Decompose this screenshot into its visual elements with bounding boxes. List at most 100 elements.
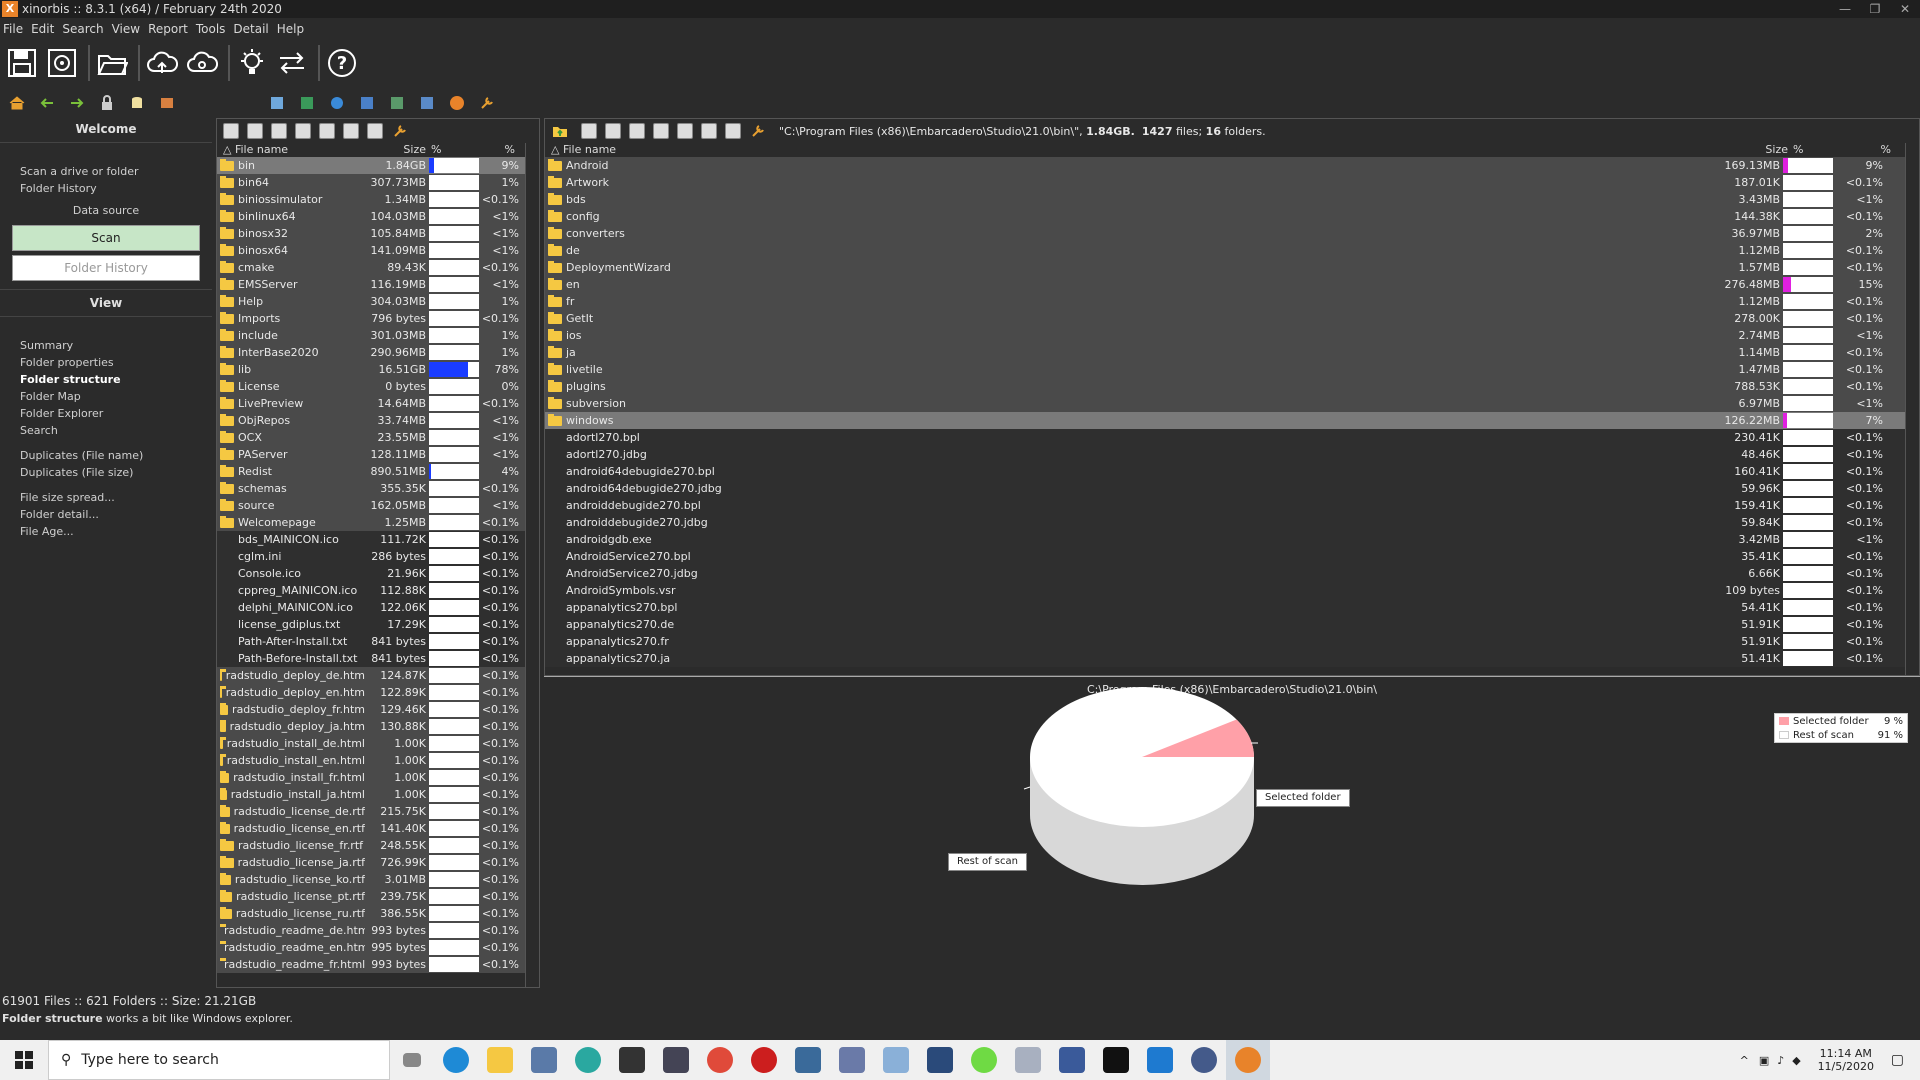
folder-row[interactable]: InterBase2020 290.96MB 1%: [217, 344, 539, 361]
export-ie-icon[interactable]: [328, 94, 346, 112]
folder-row[interactable]: radstudio_license_fr.rtf 248.55K <0.1%: [217, 837, 539, 854]
export-xls-icon[interactable]: [298, 94, 316, 112]
file-row[interactable]: adortl270.bpl 230.41K <0.1%: [545, 429, 1919, 446]
folder-row[interactable]: binlinux64 104.03MB <1%: [217, 208, 539, 225]
clock[interactable]: 11:14 AM 11/5/2020: [1811, 1047, 1881, 1073]
folder-row[interactable]: radstudio_readme_en.htm 995 bytes <0.1%: [217, 939, 539, 956]
folder-up-icon[interactable]: [551, 122, 569, 140]
menu-detail[interactable]: Detail: [233, 22, 268, 36]
folder-row[interactable]: PAServer 128.11MB <1%: [217, 446, 539, 463]
windows-start-icon[interactable]: [0, 1040, 48, 1080]
folder-row[interactable]: radstudio_install_ja.html 1.00K <0.1%: [217, 786, 539, 803]
folder-row[interactable]: radstudio_readme_fr.html 993 bytes <0.1%: [217, 956, 539, 973]
folder-row[interactable]: plugins 788.53K <0.1%: [545, 378, 1919, 395]
grid-icon[interactable]: [581, 123, 597, 139]
check-icon[interactable]: [677, 123, 693, 139]
folder-row[interactable]: radstudio_license_ko.rtf 3.01MB <0.1%: [217, 871, 539, 888]
cloud-upload-icon[interactable]: [144, 45, 180, 81]
folder-row[interactable]: LivePreview 14.64MB <0.1%: [217, 395, 539, 412]
folder-row[interactable]: de 1.12MB <0.1%: [545, 242, 1919, 259]
folder-row[interactable]: Redist 890.51MB 4%: [217, 463, 539, 480]
list-icon[interactable]: [367, 123, 383, 139]
file-row[interactable]: androiddebugide270.jdbg 59.84K <0.1%: [545, 514, 1919, 531]
list-icon[interactable]: [725, 123, 741, 139]
file-row[interactable]: Path-Before-Install.txt 841 bytes <0.1%: [217, 650, 539, 667]
file-row[interactable]: androidgdb.exe 3.42MB <1%: [545, 531, 1919, 548]
file-row[interactable]: android64debugide270.bpl 160.41K <0.1%: [545, 463, 1919, 480]
report-icon[interactable]: [158, 94, 176, 112]
file-row[interactable]: delphi_MAINICON.ico 122.06K <0.1%: [217, 599, 539, 616]
restore-button[interactable]: ❐: [1860, 0, 1890, 18]
file-row[interactable]: AndroidService270.jdbg 6.66K <0.1%: [545, 565, 1919, 582]
app-icon[interactable]: [1006, 1040, 1050, 1080]
folder-row[interactable]: ios 2.74MB <1%: [545, 327, 1919, 344]
folder-row[interactable]: radstudio_deploy_de.htm 124.87K <0.1%: [217, 667, 539, 684]
folder-row[interactable]: converters 36.97MB 2%: [545, 225, 1919, 242]
col-bar[interactable]: %: [429, 143, 479, 157]
home-icon[interactable]: [8, 94, 26, 112]
folder-row[interactable]: GetIt 278.00K <0.1%: [545, 310, 1919, 327]
folder-row[interactable]: Android 169.13MB 9%: [545, 157, 1919, 174]
export-doc-icon[interactable]: [358, 94, 376, 112]
col-pct[interactable]: %: [1841, 143, 1895, 157]
export-csv-icon[interactable]: [388, 94, 406, 112]
file-row[interactable]: cglm.ini 286 bytes <0.1%: [217, 548, 539, 565]
file-row[interactable]: adortl270.jdbg 48.46K <0.1%: [545, 446, 1919, 463]
notifications-icon[interactable]: ▢: [1891, 1052, 1904, 1068]
view-duplicates-name[interactable]: Duplicates (File name): [0, 447, 212, 464]
task-view-icon[interactable]: [390, 1040, 434, 1080]
folder-row[interactable]: en 276.48MB 15%: [545, 276, 1919, 293]
xinorbis-icon[interactable]: [448, 94, 466, 112]
folder-row[interactable]: radstudio_license_ja.rtf 726.99K <0.1%: [217, 854, 539, 871]
folder-history-link[interactable]: Folder History: [0, 180, 212, 197]
view-file-age[interactable]: File Age...: [0, 523, 212, 540]
file-row[interactable]: appanalytics270.ja 51.41K <0.1%: [545, 650, 1919, 667]
app-icon[interactable]: [1050, 1040, 1094, 1080]
folder-row[interactable]: radstudio_deploy_fr.htm 129.46K <0.1%: [217, 701, 539, 718]
menu-report[interactable]: Report: [148, 22, 188, 36]
file-explorer-icon[interactable]: [478, 1040, 522, 1080]
folder-row[interactable]: binosx32 105.84MB <1%: [217, 225, 539, 242]
folder-row[interactable]: bin 1.84GB 9%: [217, 157, 539, 174]
menu-search[interactable]: Search: [62, 22, 103, 36]
wrench-icon[interactable]: [749, 122, 767, 140]
chrome-icon[interactable]: [698, 1040, 742, 1080]
grid-icon[interactable]: [629, 123, 645, 139]
file-row[interactable]: android64debugide270.jdbg 59.96K <0.1%: [545, 480, 1919, 497]
xinorbis-taskbar-icon[interactable]: [1226, 1040, 1270, 1080]
folder-row[interactable]: windows 126.22MB 7%: [545, 412, 1919, 429]
grid-icon[interactable]: [271, 123, 287, 139]
folder-row[interactable]: ObjRepos 33.74MB <1%: [217, 412, 539, 429]
folder-row[interactable]: lib 16.51GB 78%: [217, 361, 539, 378]
edge-icon[interactable]: [434, 1040, 478, 1080]
tray-chevron-icon[interactable]: ^: [1740, 1054, 1749, 1067]
col-bar[interactable]: %: [1791, 143, 1841, 157]
wrench-icon[interactable]: [478, 94, 496, 112]
view-folder-structure[interactable]: Folder structure: [0, 371, 212, 388]
folder-row[interactable]: bds 3.43MB <1%: [545, 191, 1919, 208]
folder-row[interactable]: source 162.05MB <1%: [217, 497, 539, 514]
folder-row[interactable]: Welcomepage 1.25MB <0.1%: [217, 514, 539, 531]
folder-row[interactable]: License 0 bytes 0%: [217, 378, 539, 395]
menu-tools[interactable]: Tools: [196, 22, 226, 36]
file-row[interactable]: license_gdiplus.txt 17.29K <0.1%: [217, 616, 539, 633]
scan-button[interactable]: Scan: [12, 225, 200, 251]
scan-settings-icon[interactable]: [44, 45, 80, 81]
app-icon[interactable]: [830, 1040, 874, 1080]
view-folder-explorer[interactable]: Folder Explorer: [0, 405, 212, 422]
folder-history-button[interactable]: Folder History: [12, 255, 200, 281]
view-folder-detail[interactable]: Folder detail...: [0, 506, 212, 523]
folder-row[interactable]: binosx64 141.09MB <1%: [217, 242, 539, 259]
folder-row[interactable]: EMSServer 116.19MB <1%: [217, 276, 539, 293]
file-row[interactable]: appanalytics270.de 51.91K <0.1%: [545, 616, 1919, 633]
file-row[interactable]: androiddebugide270.bpl 159.41K <0.1%: [545, 497, 1919, 514]
menu-file[interactable]: File: [3, 22, 23, 36]
folder-row[interactable]: OCX 23.55MB <1%: [217, 429, 539, 446]
back-arrow-icon[interactable]: [38, 94, 56, 112]
folder-row[interactable]: fr 1.12MB <0.1%: [545, 293, 1919, 310]
close-button[interactable]: ✕: [1890, 0, 1920, 18]
folder-row[interactable]: Help 304.03MB 1%: [217, 293, 539, 310]
folder-row[interactable]: radstudio_install_de.html 1.00K <0.1%: [217, 735, 539, 752]
folder-row[interactable]: Imports 796 bytes <0.1%: [217, 310, 539, 327]
export-html-icon[interactable]: [268, 94, 286, 112]
